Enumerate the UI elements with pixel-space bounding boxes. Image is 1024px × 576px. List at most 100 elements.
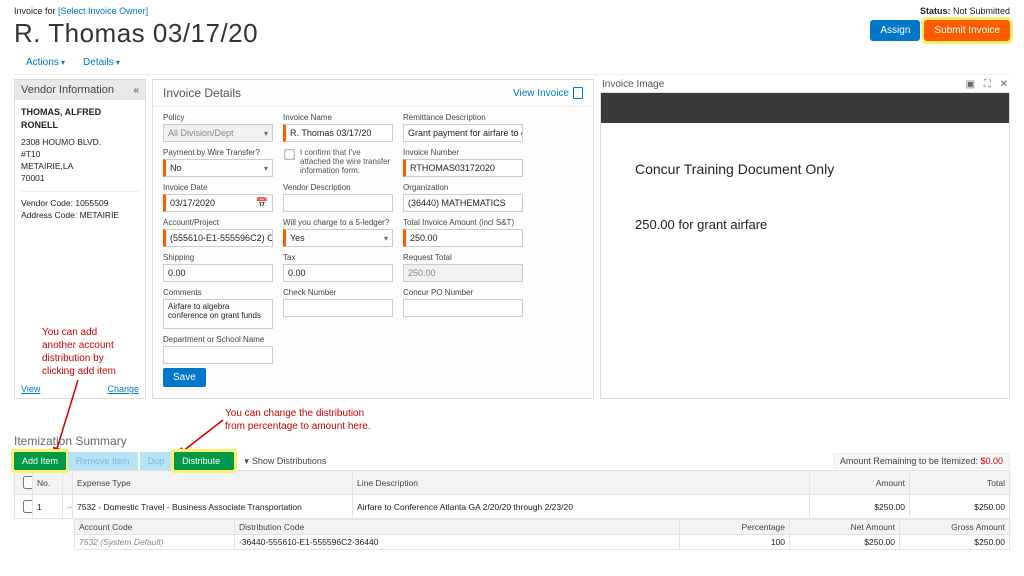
total-label: Total Invoice Amount (incl S&T): [403, 218, 523, 227]
check-label: Check Number: [283, 288, 393, 297]
vendor-panel: Vendor Information « THOMAS, ALFRED RONE…: [14, 79, 146, 399]
address-code: Address Code: METAIRIE: [21, 210, 139, 222]
shipping-value: 0.00: [168, 268, 186, 278]
vendor-desc-label: Vendor Description: [283, 183, 393, 192]
total-value: 250.00: [410, 233, 438, 243]
chevron-down-icon: ▾: [264, 164, 268, 173]
comments-textarea[interactable]: Airfare to algebra conference on grant f…: [163, 299, 273, 329]
invno-label: Invoice Number: [403, 148, 523, 157]
add-item-button[interactable]: Add Item: [14, 452, 66, 470]
confirm-checkbox[interactable]: [284, 149, 294, 159]
reqtotal-input: 250.00: [403, 264, 523, 282]
shipping-label: Shipping: [163, 253, 273, 262]
col-gross: Gross Amount: [900, 520, 1010, 535]
select-all-checkbox[interactable]: [23, 476, 33, 489]
col-pct: Percentage: [680, 520, 790, 535]
expand-icon[interactable]: ⛶: [984, 79, 991, 90]
account-select[interactable]: (555610-E1-555596C2) C/S I▾: [163, 229, 273, 247]
submit-invoice-button[interactable]: Submit Invoice: [924, 20, 1010, 41]
invno-input[interactable]: RTHOMAS03172020: [403, 159, 523, 177]
cell-expense-type: 7532 - Domestic Travel - Business Associ…: [73, 495, 353, 519]
itemization-title: Itemization Summary: [14, 434, 1010, 448]
vendor-collapse-icon[interactable]: «: [133, 85, 139, 96]
amount-remaining: Amount Remaining to be Itemized: $0.00: [833, 453, 1010, 469]
vendor-addr4: 70001: [21, 173, 139, 185]
reqtotal-value: 250.00: [408, 268, 436, 278]
invno-value: RTHOMAS03172020: [410, 163, 495, 173]
dept-input[interactable]: [163, 346, 273, 364]
cell-dist: -36440-555610-E1-555596C2-36440: [235, 535, 680, 550]
duplicate-button[interactable]: Dup: [140, 452, 173, 470]
remove-item-button[interactable]: Remove Item: [68, 452, 138, 470]
col-line-desc: Line Description: [353, 471, 810, 495]
vendor-addr1: 2308 HOUMO BLVD.: [21, 137, 139, 149]
tax-input[interactable]: 0.00: [283, 264, 393, 282]
vendor-code: Vendor Code: 1055509: [21, 198, 139, 210]
remit-input[interactable]: Grant payment for airfare to confere: [403, 124, 523, 142]
details-menu[interactable]: Details: [83, 57, 120, 68]
image-toolbar: [601, 93, 1009, 123]
policy-select[interactable]: All Division/Dept▾: [163, 124, 273, 142]
amount-remaining-value: $0.00: [980, 456, 1003, 466]
save-button[interactable]: Save: [163, 368, 206, 387]
cell-amount: $250.00: [810, 495, 910, 519]
popout-icon[interactable]: ▣: [966, 79, 975, 90]
dist-row[interactable]: 7532 (System Default) -36440-555610-E1-5…: [75, 535, 1010, 550]
confirm-text: I confirm that I've attached the wire tr…: [300, 148, 393, 175]
invoice-image-viewer[interactable]: Concur Training Document Only 250.00 for…: [600, 92, 1010, 399]
invoice-date-value: 03/17/2020: [170, 198, 215, 208]
col-amount: Amount: [810, 471, 910, 495]
invoice-name-label: Invoice Name: [283, 113, 393, 122]
payment-select[interactable]: No ▾: [163, 159, 273, 177]
concurpo-input[interactable]: [403, 299, 523, 317]
chevron-down-icon: ▾: [384, 234, 388, 243]
shipping-input[interactable]: 0.00: [163, 264, 273, 282]
org-input[interactable]: (36440) MATHEMATICS: [403, 194, 523, 212]
image-section-title: Invoice Image: [602, 79, 664, 90]
expand-row-icon[interactable]: –: [63, 495, 73, 519]
calendar-icon[interactable]: 📅: [256, 198, 268, 209]
vendor-name: THOMAS, ALFRED RONELL: [21, 106, 139, 131]
actions-menu[interactable]: Actions: [26, 57, 65, 68]
charge-label: Will you charge to a 5-ledger?: [283, 218, 393, 227]
close-icon[interactable]: ✕: [1000, 79, 1008, 90]
page-title: R. Thomas 03/17/20: [14, 18, 870, 49]
doc-title: Concur Training Document Only: [635, 161, 995, 177]
assign-button[interactable]: Assign: [870, 20, 920, 41]
distribute-button[interactable]: Distribute: [174, 452, 234, 470]
vendor-view-link[interactable]: View: [21, 384, 40, 394]
details-section-title: Invoice Details: [163, 86, 241, 100]
view-invoice-link[interactable]: View Invoice: [513, 87, 583, 99]
org-label: Organization: [403, 183, 523, 192]
doc-line: 250.00 for grant airfare: [635, 217, 995, 232]
show-distributions-label: Show Distributions: [252, 456, 327, 466]
col-no: No.: [33, 471, 63, 495]
view-invoice-label: View Invoice: [513, 88, 569, 99]
row-checkbox[interactable]: [23, 500, 33, 513]
table-row[interactable]: 1 – 7532 - Domestic Travel - Business As…: [15, 495, 1010, 519]
page-icon: [573, 87, 583, 99]
reqtotal-label: Request Total: [403, 253, 523, 262]
select-owner-link[interactable]: [Select Invoice Owner]: [58, 6, 148, 16]
invoice-name-input[interactable]: R. Thomas 03/17/20: [283, 124, 393, 142]
status: Status: Not Submitted: [920, 6, 1010, 16]
cell-line-desc: Airfare to Conference Atlanta GA 2/20/20…: [353, 495, 810, 519]
check-input[interactable]: [283, 299, 393, 317]
chevron-down-icon: ▾: [264, 129, 268, 138]
show-distributions-toggle[interactable]: ▾ Show Distributions: [244, 456, 326, 467]
col-expense-type: Expense Type: [73, 471, 353, 495]
payment-value: No: [170, 163, 182, 173]
payment-label: Payment by Wire Transfer?: [163, 148, 273, 157]
cell-acct: 7532 (System Default): [75, 535, 235, 550]
vendor-section-title: Vendor Information: [21, 84, 114, 96]
invoice-details-panel: Invoice Details View Invoice Policy All …: [152, 79, 594, 399]
invoice-date-input[interactable]: 03/17/2020 📅: [163, 194, 273, 212]
org-value: (36440) MATHEMATICS: [408, 198, 506, 208]
vendor-change-link[interactable]: Change: [107, 384, 139, 394]
vendor-desc-input[interactable]: [283, 194, 393, 212]
charge-select[interactable]: Yes▾: [283, 229, 393, 247]
comments-value: Airfare to algebra conference on grant f…: [168, 302, 261, 320]
total-input[interactable]: 250.00: [403, 229, 523, 247]
remit-value: Grant payment for airfare to confere: [408, 128, 523, 138]
tax-value: 0.00: [288, 268, 306, 278]
